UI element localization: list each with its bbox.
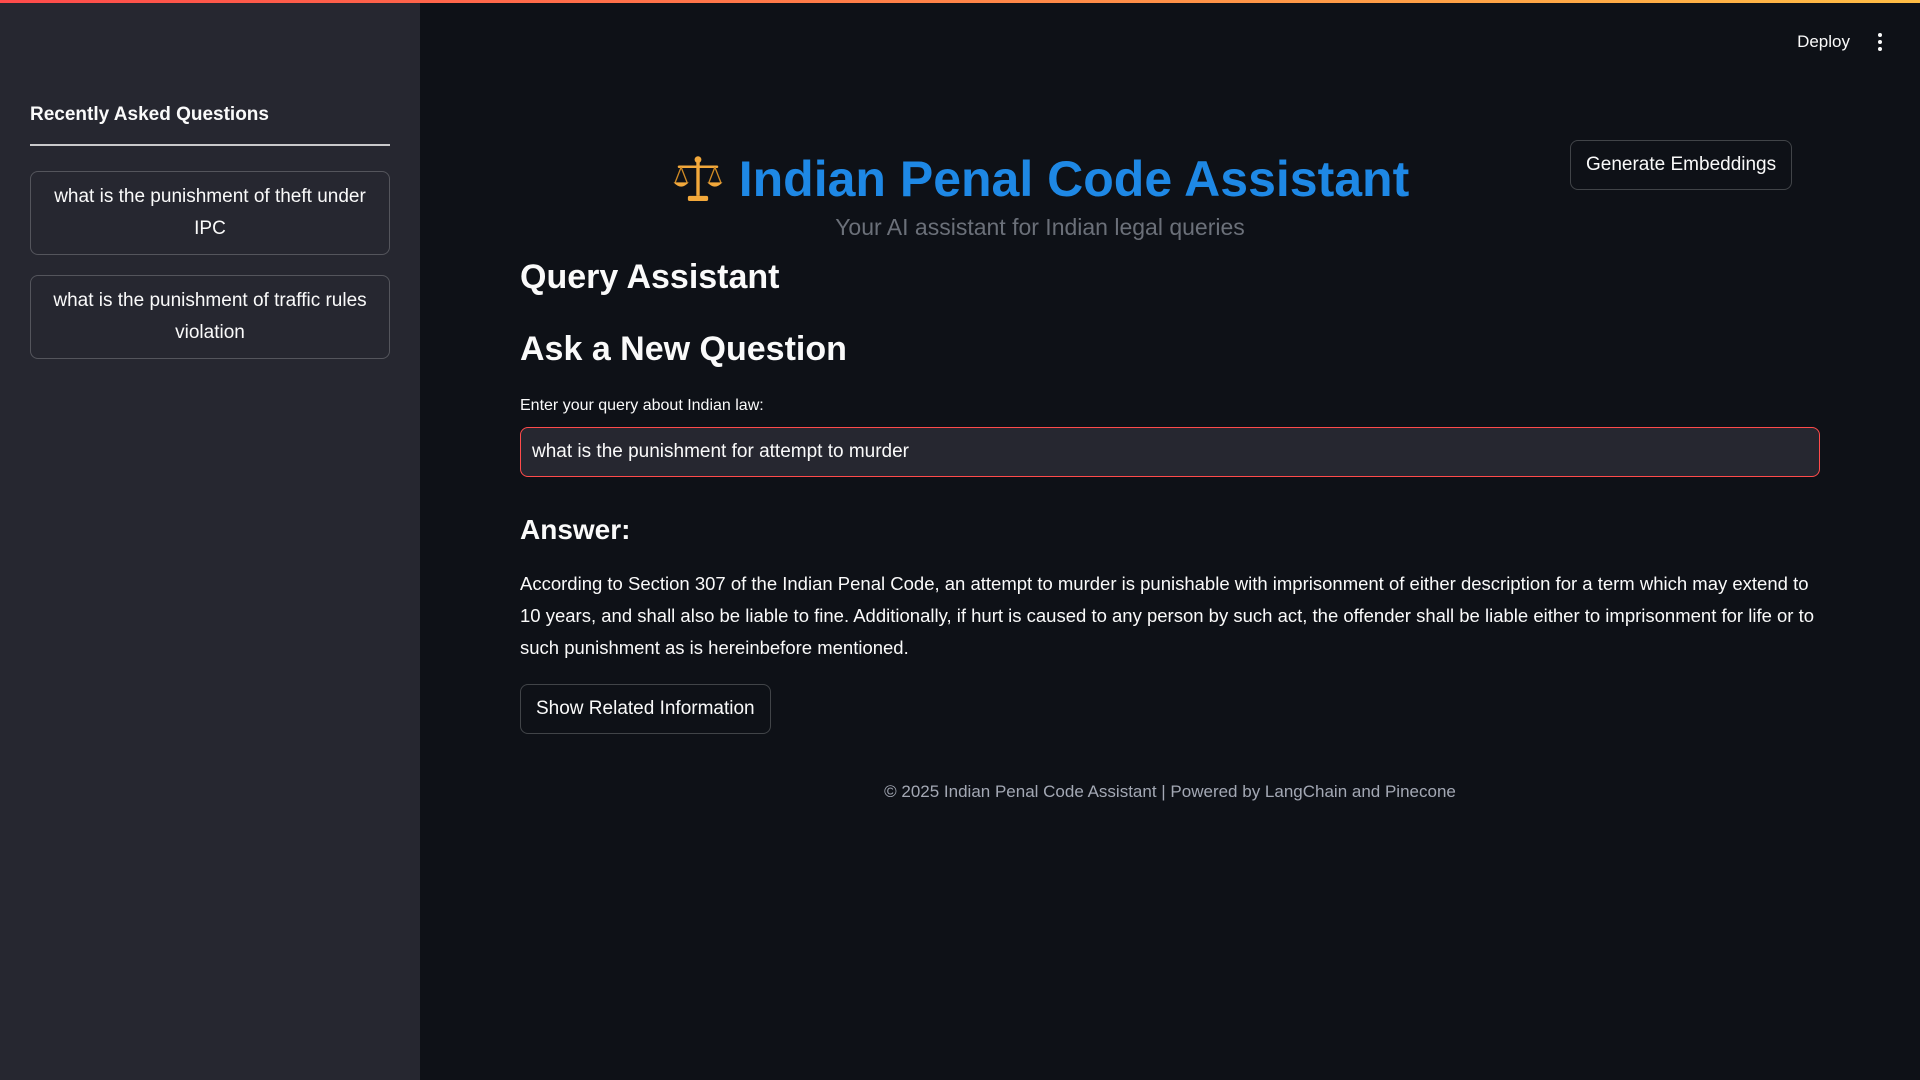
app-title: Indian Penal Code Assistant — [738, 151, 1410, 207]
ask-heading: Ask a New Question — [520, 330, 847, 368]
query-input[interactable] — [520, 427, 1820, 477]
main-content: Indian Penal Code Assistant Your AI assi… — [520, 0, 1820, 1080]
sidebar: Recently Asked Questions what is the pun… — [0, 0, 420, 1080]
top-decoration-stripe — [0, 0, 1920, 3]
recent-question-button[interactable]: what is the punishment of traffic rules … — [30, 275, 390, 359]
answer-text: According to Section 307 of the Indian P… — [520, 573, 1815, 658]
app-subtitle: Your AI assistant for Indian legal queri… — [835, 214, 1245, 240]
scales-icon — [673, 156, 723, 201]
answer-heading: Answer: — [520, 514, 631, 545]
title-row: Indian Penal Code Assistant — [520, 150, 1560, 208]
sidebar-title: Recently Asked Questions — [30, 104, 269, 125]
generate-embeddings-button[interactable]: Generate Embeddings — [1570, 140, 1793, 190]
show-related-info-button[interactable]: Show Related Information — [520, 684, 771, 734]
section-heading: Query Assistant — [520, 258, 780, 296]
recent-questions-list: what is the punishment of theft under IP… — [30, 171, 390, 379]
footer: © 2025 Indian Penal Code Assistant | Pow… — [884, 782, 1456, 801]
query-input-label: Enter your query about Indian law: — [520, 397, 764, 414]
sidebar-divider — [30, 144, 390, 146]
recent-question-button[interactable]: what is the punishment of theft under IP… — [30, 171, 390, 255]
kebab-menu-icon[interactable] — [1870, 30, 1890, 54]
